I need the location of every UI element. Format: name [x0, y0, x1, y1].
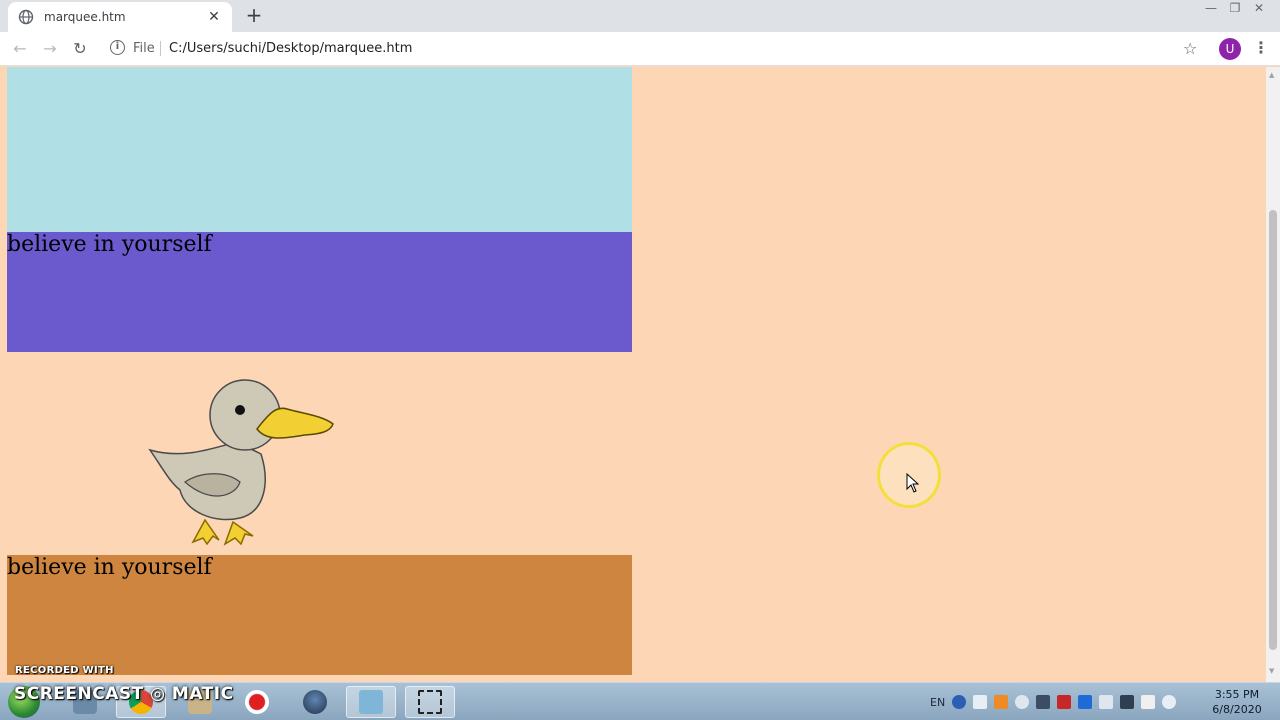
menu-icon[interactable]: ⋮ [1253, 38, 1269, 57]
help-icon[interactable] [952, 695, 967, 709]
flag-icon[interactable] [1099, 695, 1114, 709]
record-tray-icon[interactable] [1015, 695, 1030, 709]
site-info-icon[interactable]: i [110, 40, 125, 55]
taskbar-app-snipping[interactable] [405, 686, 455, 718]
usb-icon[interactable] [973, 695, 988, 709]
close-window-button[interactable]: ✕ [1248, 0, 1270, 16]
clock-time: 3:55 PM [1214, 688, 1260, 701]
window-controls: — ❐ ✕ [1198, 0, 1270, 18]
network-icon [303, 690, 327, 714]
back-icon[interactable]: ← [10, 39, 30, 59]
minimize-button[interactable]: — [1200, 0, 1222, 16]
close-tab-icon[interactable]: ✕ [206, 9, 222, 25]
tab-marquee[interactable]: marquee.htm ✕ [8, 2, 232, 32]
taskbar-app-network[interactable] [290, 686, 340, 718]
address-toolbar: ← → ↻ i File C:/Users/suchi/Desktop/marq… [0, 32, 1280, 66]
clock[interactable]: 3:55 PM 6/8/2020 [1202, 687, 1272, 717]
globe-icon [18, 9, 34, 25]
duck-image [148, 379, 334, 546]
new-tab-button[interactable]: + [244, 5, 264, 25]
notepad-icon [359, 690, 383, 714]
scroll-thumb[interactable] [1269, 210, 1277, 650]
system-tray: EN [930, 683, 1177, 720]
tab-strip: marquee.htm ✕ + — ❐ ✕ [0, 0, 1280, 32]
forward-icon[interactable]: → [40, 39, 60, 59]
mouse-cursor-icon [906, 473, 920, 493]
taskbar-app-recorder[interactable] [232, 686, 282, 718]
marquee-band-orange: believe in yourself [7, 555, 632, 675]
orange-app-icon[interactable] [994, 695, 1009, 709]
plus-icon[interactable] [1078, 695, 1093, 709]
marquee-text: believe in yourself [7, 555, 212, 580]
record-icon [245, 690, 269, 714]
page-viewport: believe in yourself believe in yourself [0, 67, 1266, 682]
profile-avatar[interactable]: U [1219, 38, 1241, 60]
battery-icon[interactable] [1141, 695, 1156, 709]
signal-icon[interactable] [1120, 695, 1135, 709]
screencast-watermark: SCREENCAST ◎ MATIC [14, 684, 234, 704]
marquee-band-purple: believe in yourself [7, 232, 632, 352]
restore-button[interactable]: ❐ [1224, 0, 1246, 16]
volume-icon[interactable] [1162, 695, 1177, 709]
pdf-icon[interactable] [1057, 695, 1072, 709]
tab-title: marquee.htm [44, 10, 126, 24]
divider [160, 41, 161, 56]
scroll-up-icon[interactable]: ▲ [1269, 71, 1274, 79]
recorded-with-label: RECORDED WITH [15, 665, 114, 676]
language-indicator[interactable]: EN [930, 696, 945, 709]
clock-date: 6/8/2020 [1212, 703, 1262, 716]
marquee-band-lightblue [7, 67, 632, 232]
taskbar-app-notepad[interactable] [346, 686, 396, 718]
reload-icon[interactable]: ↻ [70, 39, 90, 59]
display-icon[interactable] [1036, 695, 1051, 709]
address-bar[interactable]: C:/Users/suchi/Desktop/marquee.htm [169, 41, 412, 56]
bookmark-star-icon[interactable]: ☆ [1183, 39, 1197, 58]
vertical-scrollbar[interactable]: ▲ ▼ [1266, 67, 1280, 682]
file-label: File [133, 41, 155, 56]
snipping-tool-icon [418, 690, 442, 714]
scroll-down-icon[interactable]: ▼ [1269, 667, 1274, 675]
marquee-text: believe in yourself [7, 232, 212, 257]
